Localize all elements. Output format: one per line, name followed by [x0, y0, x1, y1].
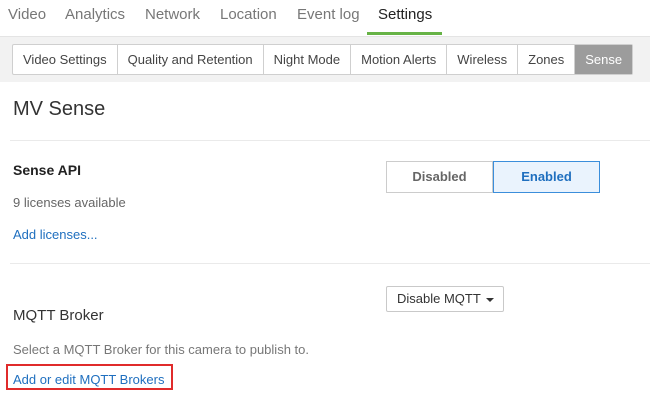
section-divider: [10, 140, 650, 141]
edit-mqtt-brokers-link[interactable]: Add or edit MQTT Brokers: [13, 372, 164, 387]
mqtt-dropdown[interactable]: Disable MQTT: [386, 286, 504, 312]
section-divider: [10, 263, 650, 264]
subtab-zones[interactable]: Zones: [518, 45, 576, 74]
enabled-button[interactable]: Enabled: [493, 161, 600, 193]
mqtt-broker-description: Select a MQTT Broker for this camera to …: [13, 342, 309, 357]
page-title: MV Sense: [13, 98, 106, 120]
subtab-night-mode[interactable]: Night Mode: [264, 45, 352, 74]
disabled-button[interactable]: Disabled: [386, 161, 493, 193]
tab-analytics[interactable]: Analytics: [65, 6, 125, 23]
main-nav: Video Analytics Network Location Event l…: [0, 0, 650, 37]
tab-network[interactable]: Network: [145, 6, 200, 23]
tab-location[interactable]: Location: [220, 6, 277, 23]
subtab-video-settings[interactable]: Video Settings: [13, 45, 118, 74]
subtab-wireless[interactable]: Wireless: [447, 45, 519, 74]
subtab-motion-alerts[interactable]: Motion Alerts: [351, 45, 448, 74]
tab-settings[interactable]: Settings: [378, 6, 432, 23]
add-licenses-link[interactable]: Add licenses...: [13, 227, 98, 242]
subtab-quality-retention[interactable]: Quality and Retention: [118, 45, 264, 74]
licenses-available-text: 9 licenses available: [13, 195, 126, 210]
settings-subnav: Video Settings Quality and Retention Nig…: [12, 44, 634, 75]
tab-event-log[interactable]: Event log: [297, 6, 360, 23]
tab-video[interactable]: Video: [8, 6, 46, 23]
active-tab-underline: [367, 32, 442, 35]
sense-api-toggle: Disabled Enabled: [386, 161, 600, 193]
caret-down-icon: [486, 298, 494, 302]
sense-api-heading: Sense API: [13, 162, 81, 178]
mqtt-dropdown-value: Disable MQTT: [397, 291, 481, 306]
subtab-sense[interactable]: Sense: [575, 45, 633, 74]
mqtt-broker-heading: MQTT Broker: [13, 307, 104, 324]
